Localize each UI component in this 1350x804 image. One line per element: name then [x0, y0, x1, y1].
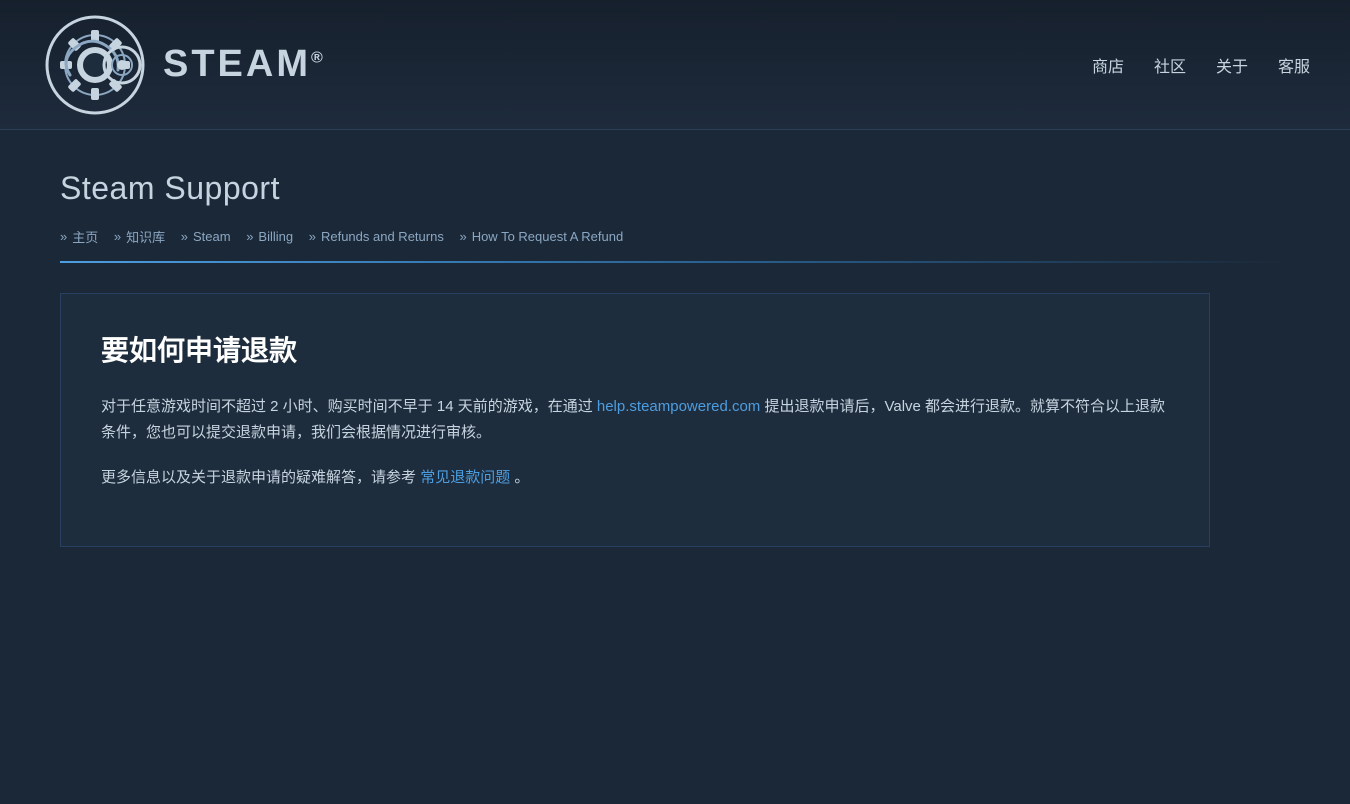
- help-steam-link[interactable]: help.steampowered.com: [597, 398, 760, 415]
- main-content: Steam Support 主页 知识库 Steam Billing Refun…: [0, 130, 1350, 587]
- breadcrumb-item-how-to-refund: How To Request A Refund: [459, 229, 623, 244]
- nav-about[interactable]: 关于: [1216, 53, 1248, 77]
- faq-refund-link[interactable]: 常见退款问题: [420, 469, 510, 486]
- article-body: 对于任意游戏时间不超过 2 小时、购买时间不早于 14 天前的游戏，在通过 he…: [101, 394, 1169, 491]
- article-paragraph-2: 更多信息以及关于退款申请的疑难解答，请参考 常见退款问题 。: [101, 465, 1169, 491]
- breadcrumb: 主页 知识库 Steam Billing Refunds and Returns…: [60, 227, 1290, 246]
- main-nav: 商店 社区 关于 客服: [1092, 53, 1310, 77]
- nav-support[interactable]: 客服: [1278, 53, 1310, 77]
- logo-area: STEAM®: [40, 10, 326, 120]
- page-title: Steam Support: [60, 170, 1290, 207]
- breadcrumb-item-billing: Billing: [246, 229, 293, 244]
- nav-store[interactable]: 商店: [1092, 53, 1124, 77]
- breadcrumb-item-steam: Steam: [181, 229, 231, 244]
- brand-name: STEAM®: [163, 43, 326, 86]
- section-divider: [60, 261, 1290, 263]
- breadcrumb-item-kb: 知识库: [114, 227, 165, 246]
- breadcrumb-item-home: 主页: [60, 227, 98, 246]
- steam-logo-icon: [40, 10, 150, 120]
- nav-community[interactable]: 社区: [1154, 53, 1186, 77]
- breadcrumb-item-refunds: Refunds and Returns: [309, 229, 444, 244]
- article-box: 要如何申请退款 对于任意游戏时间不超过 2 小时、购买时间不早于 14 天前的游…: [60, 293, 1210, 547]
- site-header: STEAM® 商店 社区 关于 客服: [0, 0, 1350, 130]
- article-title: 要如何申请退款: [101, 329, 1169, 369]
- article-paragraph-1: 对于任意游戏时间不超过 2 小时、购买时间不早于 14 天前的游戏，在通过 he…: [101, 394, 1169, 445]
